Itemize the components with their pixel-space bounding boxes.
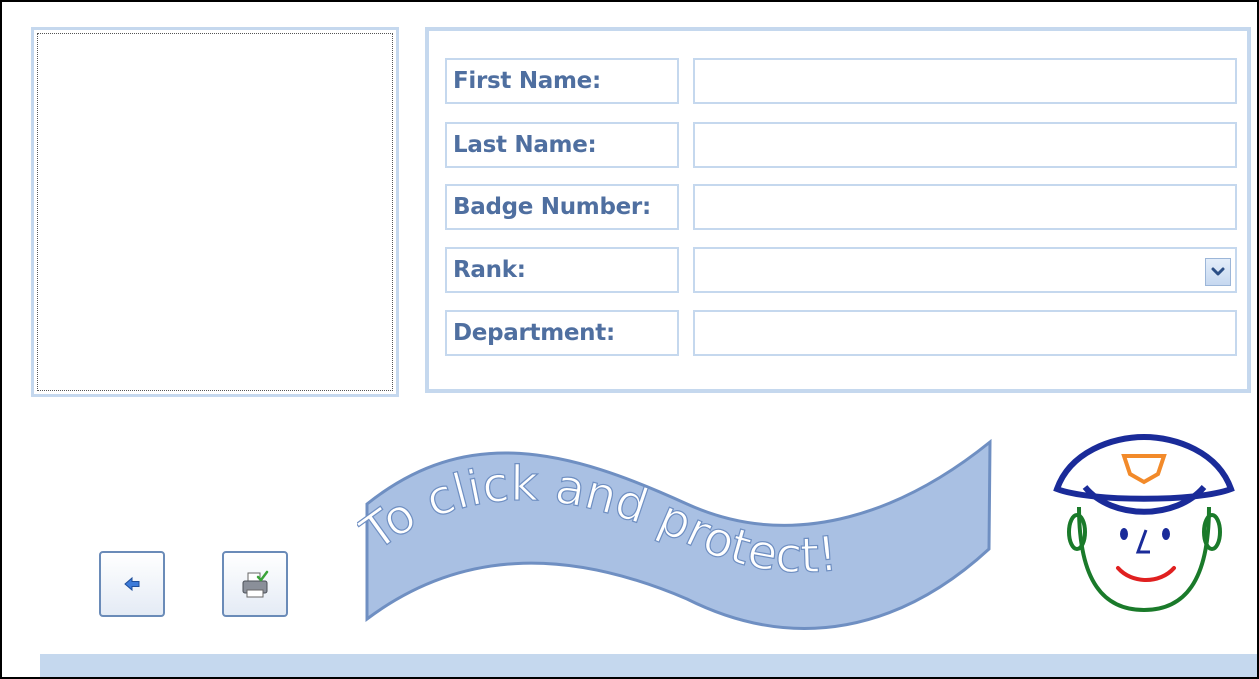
department-input[interactable] xyxy=(693,310,1237,356)
photo-placeholder xyxy=(37,33,393,391)
rank-row: Rank: xyxy=(445,247,1241,295)
rank-select[interactable] xyxy=(693,247,1237,293)
print-button[interactable] xyxy=(222,551,288,617)
first-name-row: First Name: xyxy=(445,58,1241,106)
officer-form: First Name: Last Name: Badge Number: Ran… xyxy=(425,27,1251,393)
back-arrow-icon xyxy=(124,576,140,592)
rank-dropdown-button[interactable] xyxy=(1205,258,1231,286)
back-button[interactable] xyxy=(99,551,165,617)
badge-number-label: Badge Number: xyxy=(445,184,679,230)
police-officer-icon xyxy=(1053,433,1235,613)
first-name-input[interactable] xyxy=(693,58,1237,104)
footer-bar xyxy=(40,654,1257,677)
last-name-label: Last Name: xyxy=(445,122,679,168)
chevron-down-icon xyxy=(1211,267,1225,276)
rank-label: Rank: xyxy=(445,247,679,293)
department-row: Department: xyxy=(445,310,1241,358)
photo-frame[interactable] xyxy=(31,27,399,397)
app-window: First Name: Last Name: Badge Number: Ran… xyxy=(0,0,1259,679)
first-name-label: First Name: xyxy=(445,58,679,104)
badge-number-row: Badge Number: xyxy=(445,184,1241,232)
department-label: Department: xyxy=(445,310,679,356)
last-name-row: Last Name: xyxy=(445,122,1241,170)
printer-icon xyxy=(242,570,269,598)
last-name-input[interactable] xyxy=(693,122,1237,168)
slogan-banner: To click and protect! xyxy=(357,438,992,630)
badge-number-input[interactable] xyxy=(693,184,1237,230)
